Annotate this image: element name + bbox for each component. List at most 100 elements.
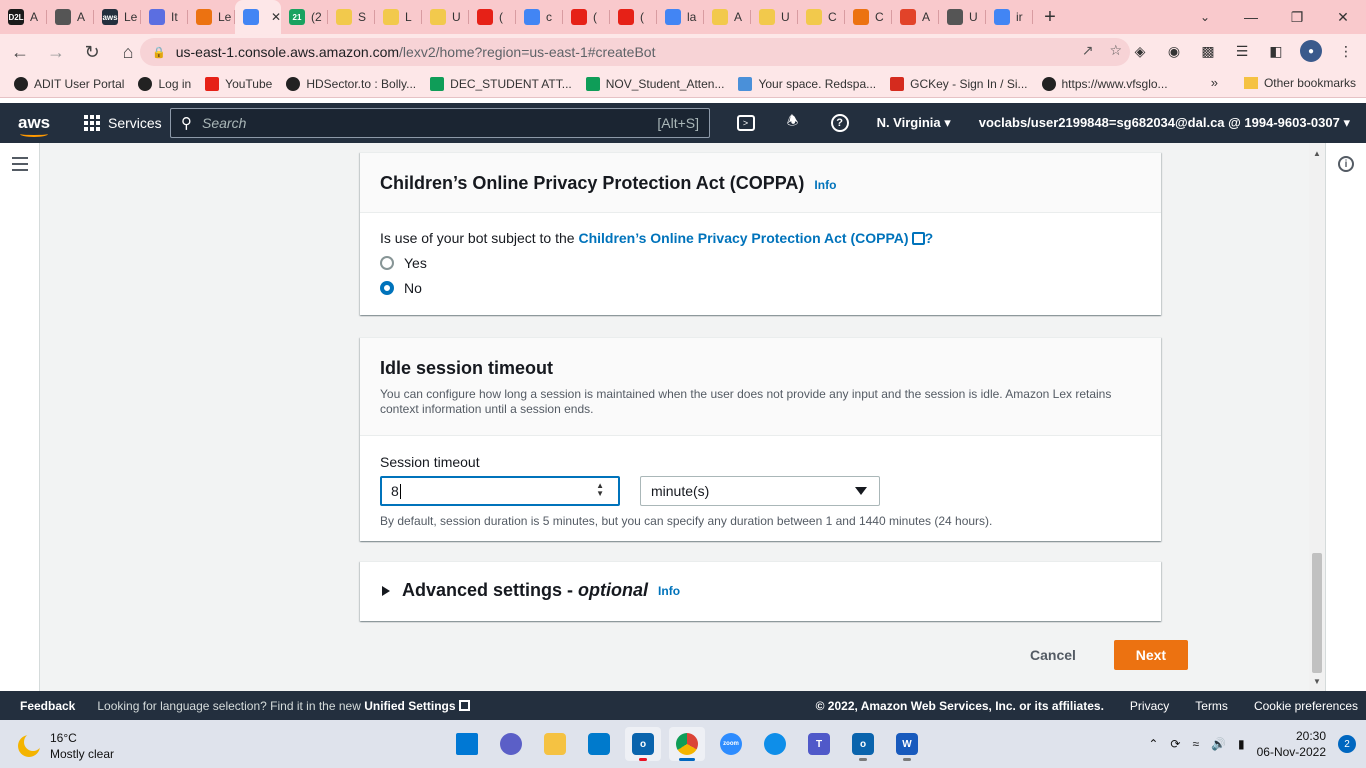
browser-tab[interactable]: A — [892, 0, 939, 34]
browser-tab[interactable]: U — [422, 0, 469, 34]
coppa-option-yes[interactable]: Yes — [380, 255, 1141, 271]
help-icon[interactable]: ? — [830, 114, 849, 132]
browser-tab[interactable]: c — [516, 0, 563, 34]
reload-icon[interactable]: ↻ — [76, 36, 108, 68]
unified-settings-link[interactable]: Unified Settings — [364, 699, 470, 713]
cookie-preferences-link[interactable]: Cookie preferences — [1254, 699, 1358, 713]
advanced-info-link[interactable]: Info — [658, 584, 680, 598]
browser-tab[interactable]: A — [704, 0, 751, 34]
bell-icon[interactable]: 🕭 — [783, 113, 803, 133]
terms-link[interactable]: Terms — [1195, 699, 1228, 713]
browser-tab[interactable]: U — [751, 0, 798, 34]
radio-yes[interactable] — [380, 256, 394, 270]
bookmark-item[interactable]: YouTube — [205, 76, 272, 91]
page-scrollbar[interactable]: ▲ ▼ — [1309, 143, 1325, 691]
other-bookmarks-folder[interactable]: Other bookmarks — [1243, 76, 1356, 90]
taskbar-meet[interactable] — [493, 727, 529, 761]
browser-tab[interactable]: L — [375, 0, 422, 34]
cancel-button[interactable]: Cancel — [1010, 641, 1096, 669]
bookmark-item[interactable]: GCKey - Sign In / Si... — [890, 76, 1028, 91]
services-menu[interactable]: Services — [84, 115, 162, 131]
next-button[interactable]: Next — [1113, 640, 1188, 670]
restore-icon[interactable]: ❐ — [1274, 0, 1320, 34]
tab-close-icon[interactable]: ✕ — [271, 10, 281, 24]
bookmarks-overflow-button[interactable]: » — [1211, 75, 1218, 90]
info-panel-icon[interactable]: i — [1338, 156, 1354, 172]
browser-tab[interactable]: ( — [563, 0, 610, 34]
advanced-settings-toggle[interactable]: Advanced settings - optional Info — [382, 580, 1139, 601]
wifi-icon[interactable]: ≈ — [1192, 737, 1199, 751]
browser-tab[interactable]: It — [141, 0, 188, 34]
timeout-unit-select[interactable]: minute(s) — [640, 476, 880, 506]
taskbar-teamviewer[interactable] — [757, 727, 793, 761]
browser-tab[interactable]: ( — [610, 0, 657, 34]
browser-tab[interactable]: aws Le — [94, 0, 141, 34]
browser-tab[interactable]: ( — [469, 0, 516, 34]
advanced-settings-panel[interactable]: Advanced settings - optional Info — [360, 561, 1161, 621]
profile-avatar[interactable]: ● — [1300, 40, 1322, 62]
browser-tab[interactable]: A — [47, 0, 94, 34]
hamburger-menu-icon[interactable] — [12, 157, 28, 175]
browser-tab[interactable]: la — [657, 0, 704, 34]
bookmark-item[interactable]: DEC_STUDENT ATT... — [430, 76, 572, 91]
media-queue-icon[interactable]: ☰ — [1232, 41, 1252, 61]
taskbar-explorer[interactable] — [537, 727, 573, 761]
taskbar-word[interactable]: W — [889, 727, 925, 761]
scroll-down-icon[interactable]: ▼ — [1313, 677, 1321, 686]
taskbar-outlook-2[interactable]: o — [845, 727, 881, 761]
browser-tab[interactable]: 21 (2 — [281, 0, 328, 34]
browser-tab[interactable]: D2L A — [0, 0, 47, 34]
account-menu[interactable]: voclabs/user2199848=sg682034@dal.ca @ 19… — [979, 115, 1350, 131]
browser-tab[interactable]: C — [798, 0, 845, 34]
spinner-icon[interactable]: ▲ ▼ — [596, 482, 604, 498]
shield-extension-icon[interactable]: ◈ — [1130, 41, 1150, 61]
bookmark-item[interactable]: ADIT User Portal — [14, 76, 124, 91]
session-timeout-input[interactable]: 8 ▲ ▼ — [380, 476, 620, 506]
side-panel-icon[interactable]: ◧ — [1266, 41, 1286, 61]
extension-icon[interactable]: ◉ — [1164, 41, 1184, 61]
feedback-link[interactable]: Feedback — [20, 699, 75, 713]
close-window-icon[interactable]: ✕ — [1320, 0, 1366, 34]
puzzle-icon[interactable]: ▩ — [1198, 41, 1218, 61]
browser-tab[interactable]: a✕ — [235, 0, 281, 34]
taskbar-chrome[interactable] — [669, 727, 705, 761]
coppa-external-link[interactable]: Children’s Online Privacy Protection Act… — [578, 230, 925, 246]
share-icon[interactable]: ↗ — [1082, 42, 1094, 59]
bookmark-item[interactable]: https://www.vfsglo... — [1041, 76, 1168, 91]
volume-icon[interactable]: 🔊 — [1211, 737, 1226, 751]
scroll-thumb[interactable] — [1312, 553, 1322, 673]
start-button[interactable] — [449, 727, 485, 761]
bookmark-item[interactable]: NOV_Student_Atten... — [585, 76, 724, 91]
sync-icon[interactable]: ⟳ — [1170, 737, 1180, 751]
aws-search-input[interactable]: ⚲ Search [Alt+S] — [170, 108, 710, 138]
chevron-up-icon[interactable]: ⌃ — [1148, 737, 1158, 751]
clock[interactable]: 20:30 06-Nov-2022 — [1257, 728, 1326, 760]
bookmark-item[interactable]: Your space. Redspa... — [738, 76, 876, 91]
minimize-icon[interactable]: — — [1228, 0, 1274, 34]
address-bar[interactable]: 🔒 us-east-1.console.aws.amazon.com/lexv2… — [140, 38, 1130, 66]
aws-logo[interactable]: aws — [18, 113, 52, 137]
chrome-menu-icon[interactable]: ⋮ — [1336, 41, 1356, 61]
browser-tab[interactable]: Le — [188, 0, 235, 34]
taskbar-teams[interactable]: T — [801, 727, 837, 761]
new-tab-button[interactable]: + — [1033, 0, 1067, 34]
browser-tab[interactable]: S — [328, 0, 375, 34]
weather-widget[interactable]: 16°C Mostly clear — [18, 730, 114, 762]
browser-tab[interactable]: ir — [986, 0, 1033, 34]
coppa-info-link[interactable]: Info — [814, 178, 836, 192]
taskbar-vscode[interactable] — [581, 727, 617, 761]
taskbar-outlook[interactable]: o — [625, 727, 661, 761]
bookmark-item[interactable]: Log in — [138, 76, 191, 91]
bookmark-star-icon[interactable]: ☆ — [1109, 42, 1122, 59]
scroll-up-icon[interactable]: ▲ — [1313, 149, 1321, 158]
bookmark-item[interactable]: HDSector.to : Bolly... — [286, 76, 416, 91]
browser-tab[interactable]: C — [845, 0, 892, 34]
taskbar-zoom[interactable]: zoom — [713, 727, 749, 761]
cloudshell-icon[interactable]: > — [736, 115, 755, 131]
browser-tab[interactable]: U — [939, 0, 986, 34]
notification-badge[interactable]: 2 — [1338, 735, 1356, 753]
tab-search-icon[interactable]: ⌄ — [1190, 0, 1220, 34]
forward-icon[interactable]: → — [40, 36, 72, 68]
privacy-link[interactable]: Privacy — [1130, 699, 1169, 713]
back-icon[interactable]: ← — [4, 36, 36, 68]
